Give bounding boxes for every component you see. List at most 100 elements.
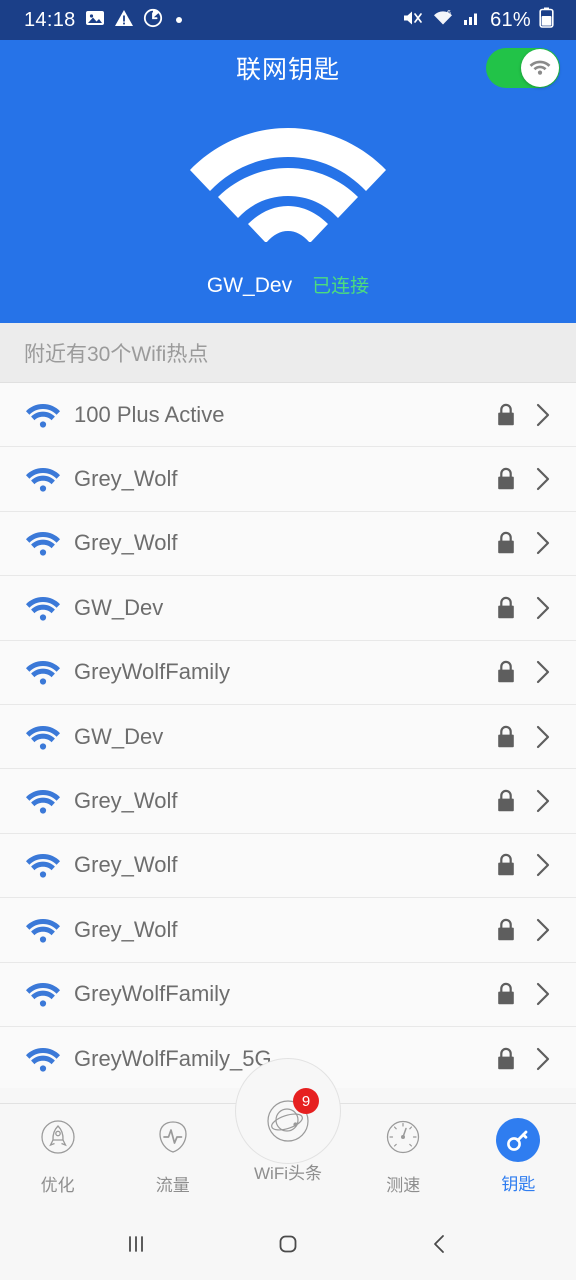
- alarm-clock-icon: [143, 8, 163, 33]
- page-title: 联网钥匙: [235, 56, 340, 84]
- svg-text:6: 6: [447, 10, 451, 17]
- bottom-tab-bar[interactable]: 优化 流量 9 WiFi头条测速 钥匙: [0, 1058, 576, 1208]
- tab-rocket[interactable]: 优化: [0, 1104, 115, 1208]
- lock-icon: [494, 659, 518, 685]
- wifi-network-row[interactable]: GW_Dev: [0, 576, 576, 641]
- chevron-right-icon[interactable]: [532, 851, 554, 879]
- speedometer-icon: [382, 1116, 424, 1163]
- battery-percent-label: 61%: [490, 8, 531, 31]
- tab-pulse[interactable]: 流量: [115, 1104, 230, 1208]
- wifi-network-name: 100 Plus Active: [74, 401, 225, 427]
- tab-label: WiFi头条: [254, 1164, 322, 1183]
- wifi-network-row[interactable]: Grey_Wolf: [0, 898, 576, 963]
- wifi-network-name: Grey_Wolf: [74, 530, 178, 556]
- wifi-network-row[interactable]: Grey_Wolf: [0, 447, 576, 512]
- chevron-right-icon[interactable]: [532, 658, 554, 686]
- wifi-network-name: Grey_Wolf: [74, 788, 178, 814]
- lock-icon: [494, 724, 518, 750]
- wifi-icon: [528, 56, 552, 81]
- wifi-signal-icon: [20, 659, 66, 685]
- wifi-network-name: GW_Dev: [74, 594, 164, 620]
- status-bar-clock: 14:18: [24, 8, 76, 31]
- cellular-signal-icon: [462, 8, 482, 33]
- connection-state-label: 已连接: [312, 276, 370, 297]
- chevron-right-icon[interactable]: [532, 787, 554, 815]
- wifi-network-row[interactable]: 100 Plus Active: [0, 383, 576, 448]
- app-header: 联网钥匙 GW_Dev 已连接: [0, 40, 576, 323]
- rocket-icon: [37, 1116, 79, 1163]
- wifi-signal-icon: [20, 466, 66, 492]
- chevron-right-icon[interactable]: [532, 980, 554, 1008]
- key-icon-circle: [496, 1117, 541, 1162]
- status-bar: 14:18 6 61%: [0, 0, 576, 40]
- wifi-signal-icon: [20, 1046, 66, 1072]
- chevron-right-icon[interactable]: [532, 594, 554, 622]
- wifi-signal-icon: [20, 981, 66, 1007]
- wifi-network-name: GreyWolfFamily: [74, 981, 231, 1007]
- wifi-network-row[interactable]: Grey_Wolf: [0, 769, 576, 834]
- key-icon: [496, 1117, 541, 1162]
- wifi-network-name: Grey_Wolf: [74, 916, 178, 942]
- wifi-network-row[interactable]: Grey_Wolf: [0, 833, 576, 899]
- wifi-network-name: Grey_Wolf: [74, 852, 178, 878]
- lock-icon: [494, 917, 518, 943]
- tab-label: 流量: [155, 1176, 190, 1195]
- lock-icon: [494, 788, 518, 814]
- wifi-large-icon: [190, 118, 386, 247]
- status-bar-left: 14:18: [24, 8, 182, 33]
- chevron-right-icon[interactable]: [532, 916, 554, 944]
- tab-label: 优化: [40, 1176, 75, 1195]
- android-navigation-bar[interactable]: [0, 1208, 576, 1280]
- planet-icon[interactable]: 9: [261, 1088, 319, 1153]
- wifi-network-name: GW_Dev: [74, 723, 164, 749]
- lock-icon: [494, 852, 518, 878]
- lock-icon: [494, 530, 518, 556]
- connection-status-row: GW_Dev 已连接: [207, 271, 369, 298]
- wifi-network-row[interactable]: Grey_Wolf: [0, 511, 576, 577]
- lock-icon: [494, 1046, 518, 1072]
- tab-key[interactable]: 钥匙: [461, 1104, 576, 1208]
- wifi-signal-icon: [20, 917, 66, 943]
- wifi-network-list[interactable]: 100 Plus Active Grey_Wolf Grey_Wolf GW_Dev G…: [0, 383, 576, 1088]
- wifi-toggle-switch[interactable]: [486, 48, 560, 88]
- photo-icon: [85, 8, 105, 33]
- lock-icon: [494, 402, 518, 428]
- nearby-hotspots-label: 附近有30个Wifi热点: [24, 342, 209, 366]
- tab-label: 测速: [386, 1176, 421, 1195]
- chevron-right-icon[interactable]: [532, 1045, 554, 1073]
- warning-triangle-icon: [114, 8, 134, 33]
- wifi-signal-icon: [20, 788, 66, 814]
- recents-icon[interactable]: [96, 1208, 176, 1280]
- wifi-signal-icon: [20, 595, 66, 621]
- lock-icon: [494, 595, 518, 621]
- back-icon[interactable]: [400, 1208, 480, 1280]
- wifi-signal-icon: [20, 530, 66, 557]
- wifi-signal-icon: [20, 402, 66, 428]
- wifi-network-row[interactable]: GreyWolfFamily: [0, 640, 576, 705]
- tab-planet[interactable]: 9 WiFi头条: [230, 1058, 345, 1208]
- wifi-network-name: GreyWolfFamily: [74, 659, 231, 685]
- chevron-right-icon[interactable]: [532, 723, 554, 751]
- chevron-right-icon[interactable]: [532, 465, 554, 493]
- wifi-signal-icon: [20, 724, 66, 750]
- tab-label: 钥匙: [501, 1174, 536, 1194]
- lock-icon: [494, 466, 518, 492]
- connected-ssid-label: GW_Dev: [206, 274, 293, 297]
- wifi-network-row[interactable]: GreyWolfFamily: [0, 962, 576, 1027]
- wifi-network-name: Grey_Wolf: [74, 466, 178, 492]
- tab-speedometer[interactable]: 测速: [346, 1104, 461, 1208]
- wifi-toggle-knob[interactable]: [521, 49, 559, 87]
- chevron-right-icon[interactable]: [532, 529, 554, 557]
- wifi-signal-icon: 6: [432, 8, 454, 33]
- badge-count: 9: [293, 1088, 319, 1114]
- chevron-right-icon[interactable]: [532, 401, 554, 429]
- mute-icon: [402, 8, 424, 33]
- pulse-icon: [152, 1116, 194, 1163]
- lock-icon: [494, 981, 518, 1007]
- status-bar-right: 6 61%: [402, 7, 554, 33]
- nearby-hotspots-header: 附近有30个Wifi热点: [0, 323, 576, 383]
- header-bar: 联网钥匙: [0, 40, 576, 96]
- wifi-network-row[interactable]: GW_Dev: [0, 704, 576, 770]
- wifi-signal-icon: [20, 852, 66, 879]
- home-icon[interactable]: [248, 1208, 328, 1280]
